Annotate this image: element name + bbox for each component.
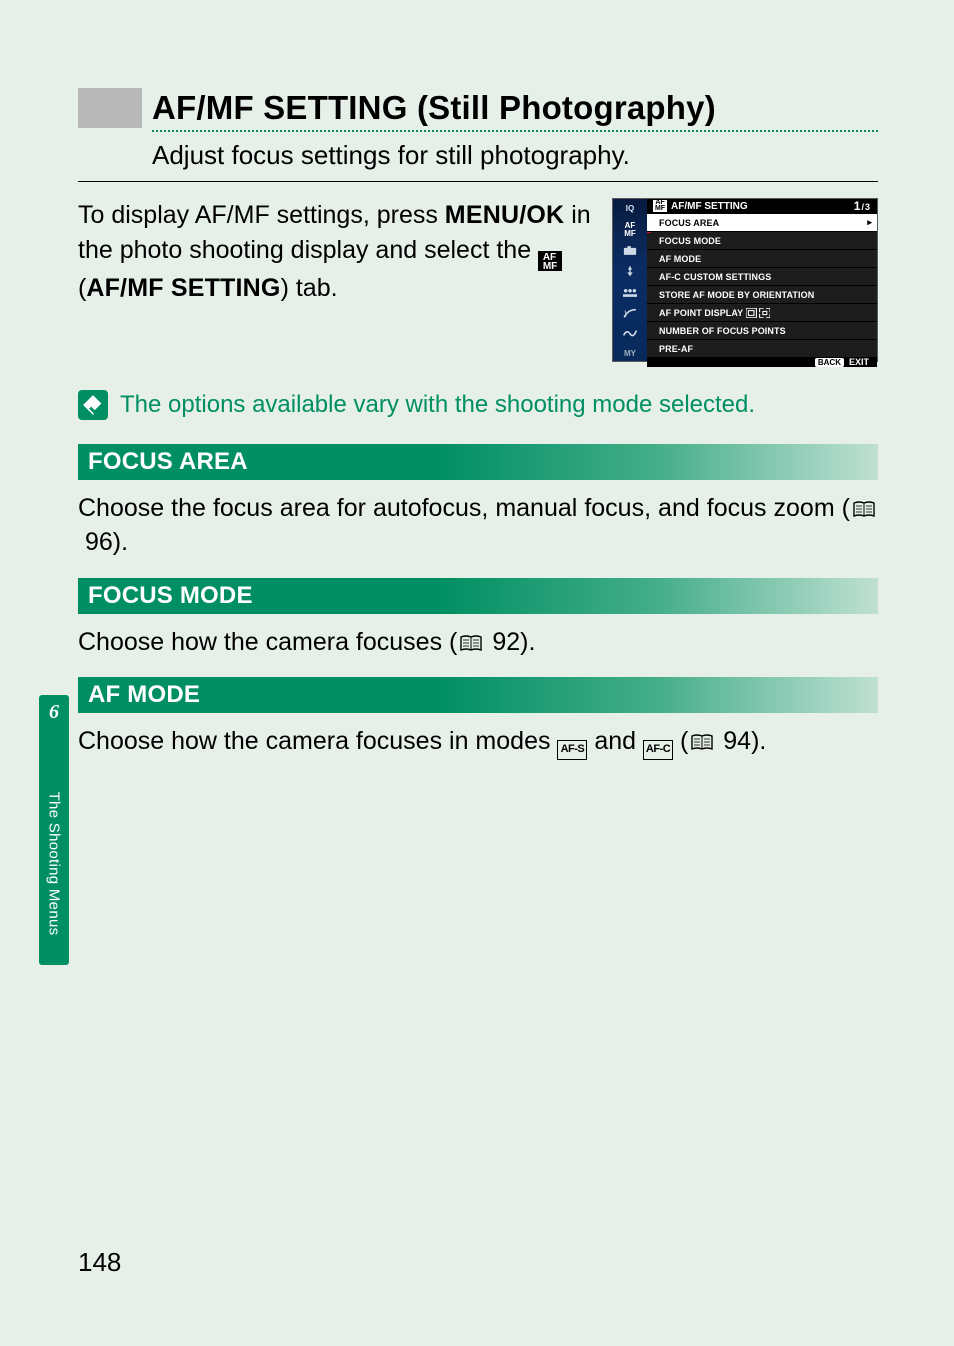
camera-menu-footer: BACK EXIT [647,357,877,367]
camera-menu-header: AFMF AF/MF SETTING 1/3 [647,199,877,213]
camera-page-total: 3 [865,202,871,212]
camera-header-afmf-icon: AFMF [653,200,667,212]
afmf-tab-icon: AFMF [538,251,562,271]
camera-menu-item: AF POINT DISPLAY [647,303,877,321]
page-subtitle: Adjust focus settings for still photogra… [152,140,878,171]
camera-tab-icon [613,264,647,279]
section-text: Choose the focus area for autofocus, man… [78,494,850,522]
camera-menu-item: PRE-AF [647,339,877,357]
page-ref-number: 94 [723,727,751,755]
camera-footer-exit-label: EXIT [849,357,869,367]
section-text: Choose how the camera focuses ( [78,628,457,656]
section-text: Choose how the camera focuses in modes [78,727,557,755]
section-text: ). [751,727,766,755]
page-ref-number: 96 [85,528,113,556]
camera-tab-icon [613,285,647,300]
page-reference-icon [853,501,875,518]
note-check-icon [78,390,108,420]
note-text: The options available vary with the shoo… [120,391,755,419]
camera-tab-icon [613,305,647,320]
camera-menu-item: NUMBER OF FOCUS POINTS [647,321,877,339]
camera-back-button-icon: BACK [815,358,844,367]
camera-tab-icon [613,326,647,341]
afc-mode-icon: AF-C [643,740,673,760]
chapter-side-tab: 6 The Shooting Menus [39,695,69,965]
page-reference-icon [460,635,482,652]
intro-paragraph: To display AF/MF settings, press MENU/OK… [78,198,598,306]
camera-tab-icon [613,244,647,259]
title-marker-box [78,88,142,128]
section-heading-focus-mode: FOCUS MODE [78,578,878,614]
camera-menu-item-selected: FOCUS AREA▸ [647,213,877,231]
camera-menu-items: FOCUS AREA▸ FOCUS MODE AF MODE AF-C CUST… [647,213,877,357]
horizontal-rule [78,181,878,182]
intro-text-pre: To display AF/MF settings, press [78,201,445,229]
chevron-right-icon: ▸ [867,217,872,228]
camera-menu-item: STORE AF MODE BY ORIENTATION [647,285,877,303]
camera-tab-afmf: AFMF [613,222,647,238]
camera-menu-screenshot: IQ AFMF [612,198,878,362]
camera-header-title: AF/MF SETTING [671,201,748,212]
section-text: ). [520,628,535,656]
chapter-number: 6 [39,701,69,724]
title-dotted-rule [152,130,878,132]
camera-tab-my: MY [613,346,647,361]
afs-mode-icon: AF-S [557,740,587,760]
section-body: Choose how the camera focuses ( 92). [78,626,878,660]
camera-menu-item: AF-C CUSTOM SETTINGS [647,267,877,285]
afmf-setting-name: AF/MF SETTING [86,274,280,302]
af-point-display-icon [746,308,770,318]
page-reference-icon [691,734,713,751]
page-title: AF/MF SETTING (Still Photography) [152,89,716,127]
page-ref-number: 92 [492,628,520,656]
camera-menu-left-tabs: IQ AFMF [613,199,647,361]
menu-ok-label: MENU/OK [445,201,564,229]
section-heading-focus-area: FOCUS AREA [78,444,878,480]
section-body: Choose the focus area for autofocus, man… [78,492,878,560]
camera-menu-item: FOCUS MODE [647,231,877,249]
chapter-label: The Shooting Menus [46,792,63,936]
section-text: ( [680,727,688,755]
section-body: Choose how the camera focuses in modes A… [78,725,878,760]
intro-text-end: ) tab. [281,274,338,302]
camera-tab-iq: IQ [613,201,647,216]
section-heading-af-mode: AF MODE [78,677,878,713]
modes-separator: and [594,727,643,755]
section-text: ). [113,528,128,556]
page-number: 148 [78,1247,121,1278]
camera-menu-item: AF MODE [647,249,877,267]
